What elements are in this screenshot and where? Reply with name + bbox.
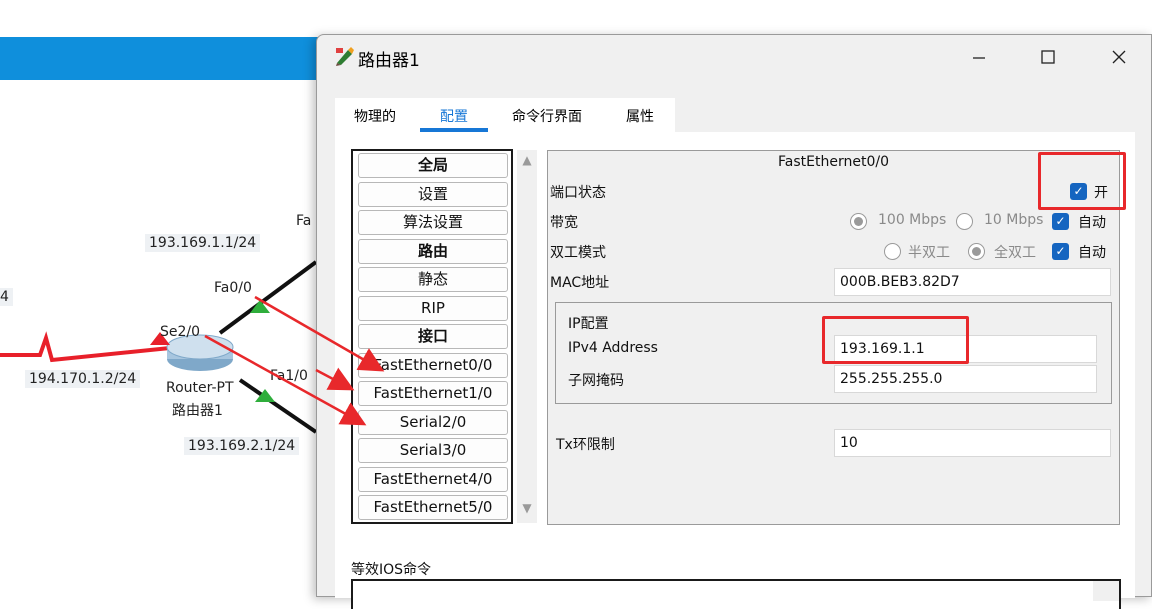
scroll-up-icon[interactable]: ▲ bbox=[517, 153, 537, 173]
ip-config-label: IP配置 bbox=[568, 316, 609, 332]
sidebar-scrollbar[interactable] bbox=[517, 150, 537, 523]
port-label-fa10: Fa1/0 bbox=[270, 368, 308, 384]
duplex-label: 双工模式 bbox=[550, 245, 606, 261]
tab-attributes[interactable]: 属性 bbox=[620, 98, 660, 133]
bandwidth-auto-checkbox[interactable]: ✓ bbox=[1052, 213, 1069, 230]
sidebar-item-static[interactable]: 静态 bbox=[358, 267, 508, 292]
config-sidebar: 全局 设置 算法设置 路由 静态 RIP 接口 FastEthernet0/0 … bbox=[351, 149, 513, 524]
bandwidth-100-radio[interactable] bbox=[850, 213, 867, 230]
subnet-mask-label: 子网掩码 bbox=[568, 373, 624, 389]
half-duplex-label: 半双工 bbox=[908, 245, 950, 261]
title-bar[interactable]: 路由器1 bbox=[317, 35, 1152, 79]
annotation-highlight-port-status bbox=[1038, 152, 1126, 210]
ipv4-label: IPv4 Address bbox=[568, 340, 658, 356]
bandwidth-10-radio[interactable] bbox=[956, 213, 973, 230]
maximize-button[interactable] bbox=[1025, 41, 1071, 73]
tx-ring-label: Tx环限制 bbox=[556, 437, 615, 453]
sidebar-item-interface[interactable]: 接口 bbox=[358, 324, 508, 349]
sidebar-item-routing[interactable]: 路由 bbox=[358, 239, 508, 264]
partial-ip-label: 4 bbox=[0, 288, 13, 306]
half-duplex-radio[interactable] bbox=[884, 243, 901, 260]
full-duplex-label: 全双工 bbox=[994, 245, 1036, 261]
port-label-fa00: Fa0/0 bbox=[214, 280, 252, 296]
link-fa10 bbox=[238, 378, 318, 434]
tab-cli[interactable]: 命令行界面 bbox=[503, 98, 591, 133]
sidebar-item-settings[interactable]: 设置 bbox=[358, 182, 508, 207]
bandwidth-10-label: 10 Mbps bbox=[984, 212, 1044, 228]
duplex-auto-checkbox[interactable]: ✓ bbox=[1052, 243, 1069, 260]
ios-scrollbar[interactable] bbox=[1093, 581, 1119, 601]
sidebar-item-serial30[interactable]: Serial3/0 bbox=[358, 438, 508, 463]
router-config-dialog: 路由器1 物理的 配置 命令行界面 属性 全局 设置 算法设置 路由 静态 RI… bbox=[316, 34, 1152, 609]
interface-header: FastEthernet0/0 bbox=[778, 154, 889, 170]
ip-label-serial: 194.170.1.2/24 bbox=[25, 370, 141, 388]
router-name-label: 路由器1 bbox=[172, 403, 223, 419]
sidebar-item-serial20[interactable]: Serial2/0 bbox=[358, 410, 508, 435]
window-title: 路由器1 bbox=[358, 51, 420, 71]
link-serial bbox=[0, 331, 171, 363]
sidebar-item-rip[interactable]: RIP bbox=[358, 296, 508, 321]
router-pencil-icon bbox=[336, 47, 354, 66]
full-duplex-radio[interactable] bbox=[968, 243, 985, 260]
close-button[interactable] bbox=[1096, 41, 1142, 73]
ip-label-fa00: 193.169.1.1/24 bbox=[145, 234, 261, 252]
minimize-icon bbox=[973, 57, 985, 59]
port-label-partial: Fa bbox=[296, 213, 312, 229]
bandwidth-label: 带宽 bbox=[550, 215, 578, 231]
mac-label: MAC地址 bbox=[550, 275, 610, 291]
bandwidth-auto-label: 自动 bbox=[1078, 215, 1106, 231]
minimize-button[interactable] bbox=[956, 41, 1002, 73]
tab-physical[interactable]: 物理的 bbox=[350, 98, 400, 133]
sidebar-item-global[interactable]: 全局 bbox=[358, 153, 508, 178]
sidebar-item-fastethernet50[interactable]: FastEthernet5/0 bbox=[358, 495, 508, 520]
port-label-se20: Se2/0 bbox=[160, 324, 201, 340]
tab-strip: 物理的 配置 命令行界面 属性 bbox=[335, 98, 695, 133]
sidebar-item-fastethernet00[interactable]: FastEthernet0/0 bbox=[358, 353, 508, 378]
subnet-mask-field[interactable]: 255.255.255.0 bbox=[834, 365, 1097, 393]
close-icon bbox=[1112, 50, 1126, 64]
sidebar-item-fastethernet40[interactable]: FastEthernet4/0 bbox=[358, 467, 508, 492]
ios-commands-box[interactable] bbox=[351, 579, 1121, 609]
router-model-label: Router-PT bbox=[166, 380, 234, 396]
sidebar-item-fastethernet10[interactable]: FastEthernet1/0 bbox=[358, 381, 508, 406]
duplex-auto-label: 自动 bbox=[1078, 245, 1106, 261]
link-fa00 bbox=[218, 260, 318, 335]
ios-commands-label: 等效IOS命令 bbox=[351, 562, 432, 578]
annotation-highlight-ipv4 bbox=[822, 316, 969, 364]
mac-field[interactable]: 000B.BEB3.82D7 bbox=[834, 268, 1111, 296]
tx-ring-field[interactable]: 10 bbox=[834, 429, 1111, 457]
scroll-down-icon[interactable]: ▼ bbox=[517, 501, 537, 521]
topology-canvas[interactable] bbox=[0, 0, 330, 597]
port-status-label: 端口状态 bbox=[550, 185, 606, 201]
sidebar-item-algorithm[interactable]: 算法设置 bbox=[358, 210, 508, 235]
ip-label-fa10: 193.169.2.1/24 bbox=[184, 437, 300, 455]
maximize-icon bbox=[1041, 50, 1055, 64]
bandwidth-100-label: 100 Mbps bbox=[878, 212, 947, 228]
